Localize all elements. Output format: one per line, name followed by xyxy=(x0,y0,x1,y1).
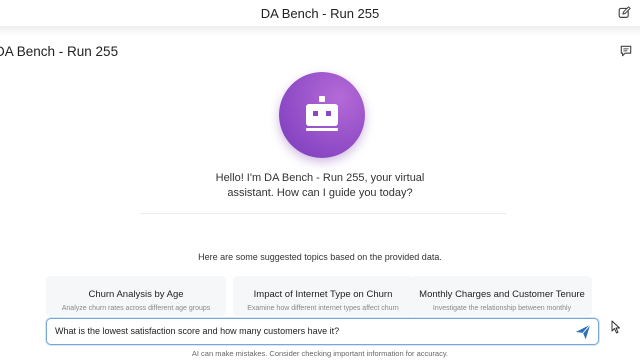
chat-input[interactable]: What is the lowest satisfaction score an… xyxy=(46,318,599,345)
suggestion-card-churn-age[interactable]: Churn Analysis by Age Analyze churn rate… xyxy=(46,276,226,316)
suggestions-intro: Here are some suggested topics based on … xyxy=(198,252,442,262)
card-description: Analyze churn rates across different age… xyxy=(61,305,211,312)
card-description: Investigate the relationship between mon… xyxy=(432,305,572,312)
window-title: DA Bench - Run 255 xyxy=(260,6,380,21)
suggestion-cards: Churn Analysis by Age Analyze churn rate… xyxy=(46,276,599,316)
card-title: Impact of Internet Type on Churn xyxy=(253,289,393,300)
page-title: DA Bench - Run 255 xyxy=(0,44,119,59)
assistant-greeting: Hello! I'm DA Bench - Run 255, your virt… xyxy=(170,171,470,201)
new-chat-icon[interactable] xyxy=(618,6,631,19)
card-description: Examine how different internet types aff… xyxy=(247,305,399,312)
greeting-line-1: Hello! I'm DA Bench - Run 255, your virt… xyxy=(215,172,425,184)
suggestion-card-internet-type[interactable]: Impact of Internet Type on Churn Examine… xyxy=(233,276,413,316)
assistant-avatar xyxy=(279,72,365,158)
card-title: Churn Analysis by Age xyxy=(88,289,184,300)
robot-icon xyxy=(306,96,338,131)
feedback-icon[interactable] xyxy=(620,45,632,57)
card-title: Monthly Charges and Customer Tenure xyxy=(419,289,585,300)
chat-input-text[interactable]: What is the lowest satisfaction score an… xyxy=(55,326,339,336)
greeting-line-2: assistant. How can I guide you today? xyxy=(227,187,413,199)
mouse-cursor-icon xyxy=(611,320,620,334)
divider xyxy=(140,213,506,214)
suggestion-card-monthly-charges[interactable]: Monthly Charges and Customer Tenure Inve… xyxy=(412,276,592,316)
ai-disclaimer: AI can make mistakes. Consider checking … xyxy=(191,349,449,358)
send-icon[interactable] xyxy=(574,323,592,341)
header-divider xyxy=(0,26,640,36)
top-bar: DA Bench - Run 255 xyxy=(0,0,640,26)
